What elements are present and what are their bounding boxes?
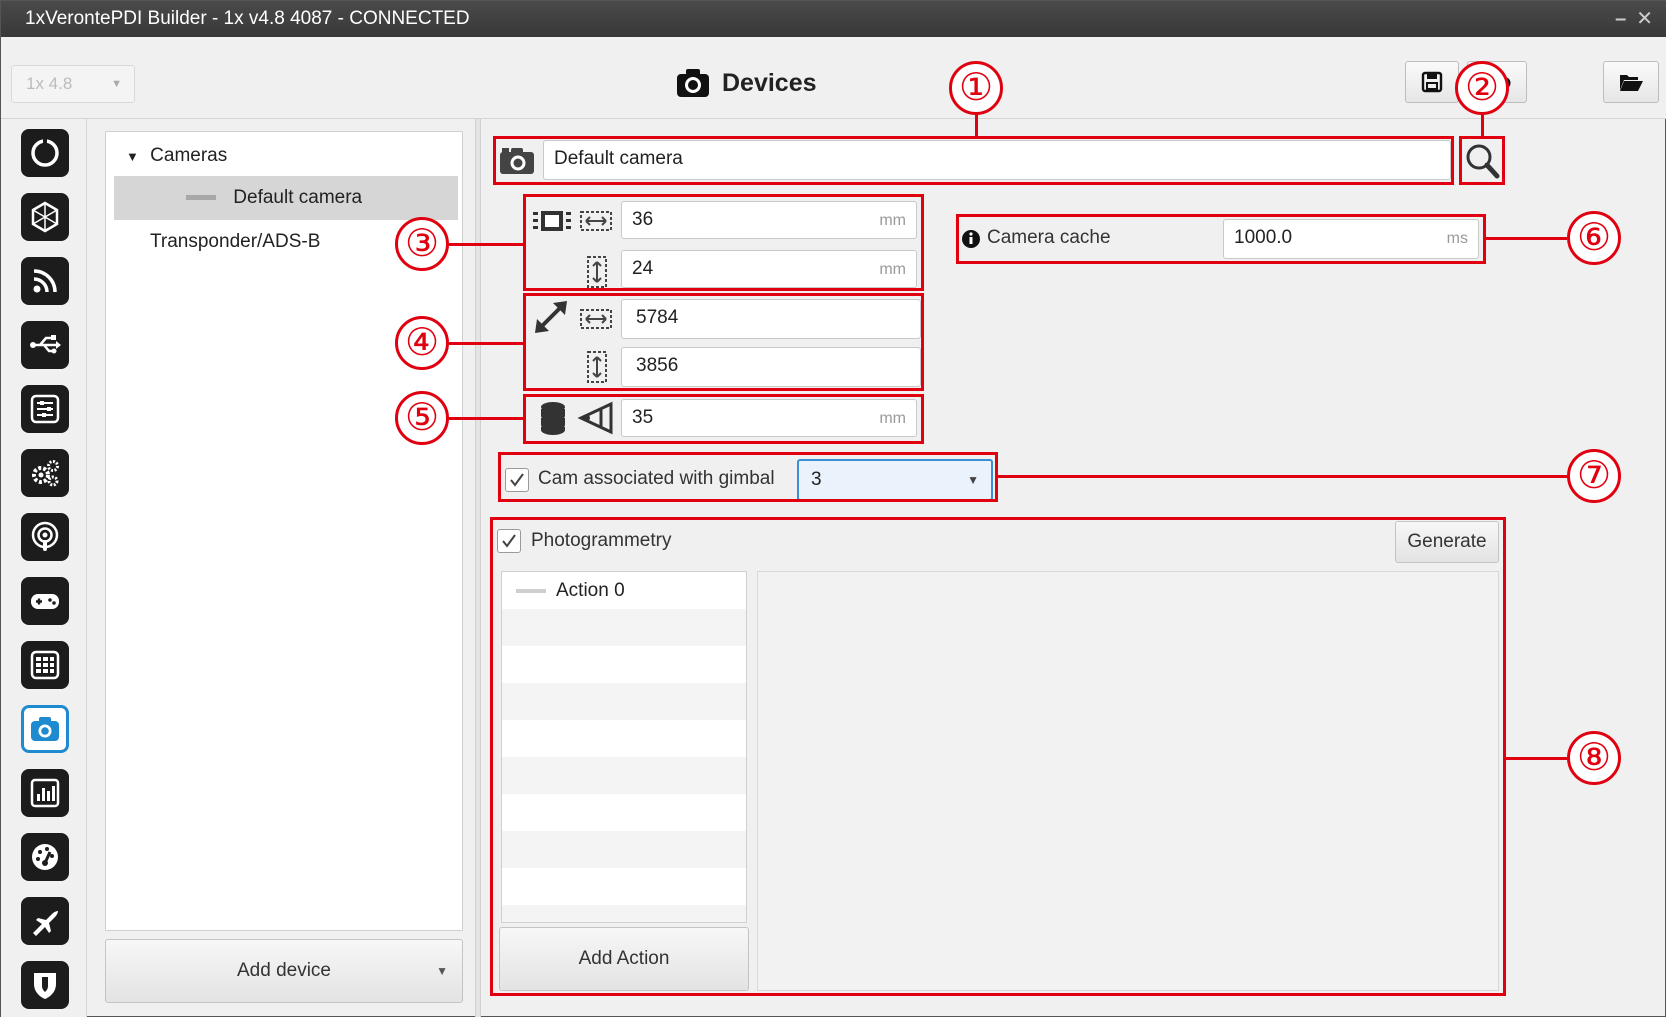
sliders-icon bbox=[30, 394, 60, 424]
gamepad-icon bbox=[31, 594, 59, 609]
sidebar-item-feed[interactable] bbox=[21, 257, 69, 305]
annotation-box-6 bbox=[956, 214, 1486, 264]
version-select[interactable]: 1x 4.8 ▼ bbox=[11, 65, 135, 103]
sidebar-item-grid[interactable] bbox=[21, 641, 69, 689]
sidebar-item-usb[interactable] bbox=[21, 321, 69, 369]
leader-line-2 bbox=[1481, 113, 1484, 137]
caret-down-icon: ▼ bbox=[126, 149, 139, 164]
sidebar-item-plane[interactable] bbox=[21, 897, 69, 945]
close-icon[interactable]: ✕ bbox=[1636, 1, 1653, 37]
callout-5: ⑤ bbox=[395, 391, 449, 445]
annotation-box-3 bbox=[523, 194, 924, 291]
sidebar-rail bbox=[1, 119, 87, 1017]
chevron-down-icon: ▼ bbox=[436, 964, 448, 978]
page-title: Devices bbox=[676, 63, 817, 103]
window-title: 1xVerontePDI Builder - 1x v4.8 4087 - CO… bbox=[25, 8, 470, 29]
sidebar-item-shield[interactable] bbox=[21, 961, 69, 1009]
camera-icon bbox=[677, 69, 709, 97]
tree-item-default-camera[interactable]: Default camera bbox=[114, 176, 458, 220]
save-button[interactable] bbox=[1405, 61, 1459, 103]
tree-item-label: Default camera bbox=[233, 187, 363, 208]
network-icon bbox=[31, 201, 59, 233]
minimize-icon[interactable]: – bbox=[1615, 1, 1626, 37]
sidebar-item-gears[interactable] bbox=[21, 449, 69, 497]
sidebar-item-network[interactable] bbox=[21, 193, 69, 241]
sidebar-item-gauge[interactable] bbox=[21, 833, 69, 881]
feed-icon bbox=[33, 269, 57, 293]
annotation-box-5 bbox=[523, 394, 924, 444]
sidebar-item-devices[interactable] bbox=[21, 705, 69, 753]
status-icon bbox=[31, 138, 59, 167]
leader-line-7 bbox=[997, 475, 1567, 478]
gears-icon bbox=[32, 460, 59, 487]
sidebar-item-chart[interactable] bbox=[21, 769, 69, 817]
sidebar-item-gamepad[interactable] bbox=[21, 577, 69, 625]
callout-3: ③ bbox=[395, 217, 449, 271]
callout-1: ① bbox=[949, 61, 1003, 115]
chart-icon bbox=[30, 778, 60, 808]
tree-group-cameras[interactable]: ▼ Cameras bbox=[106, 134, 462, 178]
gauge-icon bbox=[32, 844, 58, 870]
sidebar-item-sliders[interactable] bbox=[21, 385, 69, 433]
open-folder-button[interactable] bbox=[1603, 61, 1659, 103]
leader-line-4 bbox=[449, 342, 524, 345]
plane-icon bbox=[33, 911, 58, 936]
dash-icon bbox=[186, 195, 216, 201]
chevron-down-icon: ▼ bbox=[111, 78, 122, 90]
annotation-box-8 bbox=[490, 517, 1506, 996]
callout-8: ⑧ bbox=[1567, 731, 1621, 785]
usb-icon bbox=[30, 335, 61, 354]
app-window: 1xVerontePDI Builder - 1x v4.8 4087 - CO… bbox=[0, 0, 1666, 1017]
add-device-button[interactable]: Add device ▼ bbox=[105, 939, 463, 1003]
tree-group-label: Cameras bbox=[150, 145, 228, 166]
annotation-box-1 bbox=[493, 136, 1454, 185]
leader-line-5 bbox=[449, 417, 524, 420]
header-bar: 1x 4.8 ▼ Devices bbox=[1, 37, 1666, 119]
annotation-box-2 bbox=[1459, 136, 1505, 185]
podcast-icon bbox=[31, 521, 59, 551]
leader-line-1 bbox=[975, 113, 978, 137]
title-bar: 1xVerontePDI Builder - 1x v4.8 4087 - CO… bbox=[1, 1, 1666, 37]
leader-line-3 bbox=[449, 243, 524, 246]
leader-line-6 bbox=[1485, 237, 1567, 240]
save-icon bbox=[1421, 71, 1443, 93]
grid-icon bbox=[30, 650, 60, 680]
panel-splitter[interactable] bbox=[475, 119, 481, 1017]
sidebar-item-status[interactable] bbox=[21, 129, 69, 177]
leader-line-8 bbox=[1505, 757, 1567, 760]
shield-icon bbox=[34, 973, 56, 999]
page-title-text: Devices bbox=[722, 68, 817, 97]
callout-7: ⑦ bbox=[1567, 449, 1621, 503]
callout-4: ④ bbox=[395, 316, 449, 370]
folder-open-icon bbox=[1620, 75, 1643, 91]
tree-item-label: Transponder/ADS-B bbox=[150, 231, 321, 252]
sidebar-item-podcast[interactable] bbox=[21, 513, 69, 561]
callout-2: ② bbox=[1455, 61, 1509, 115]
annotation-box-7 bbox=[498, 452, 998, 502]
camera-icon bbox=[31, 717, 59, 741]
annotation-box-4 bbox=[523, 293, 924, 391]
callout-6: ⑥ bbox=[1567, 211, 1621, 265]
